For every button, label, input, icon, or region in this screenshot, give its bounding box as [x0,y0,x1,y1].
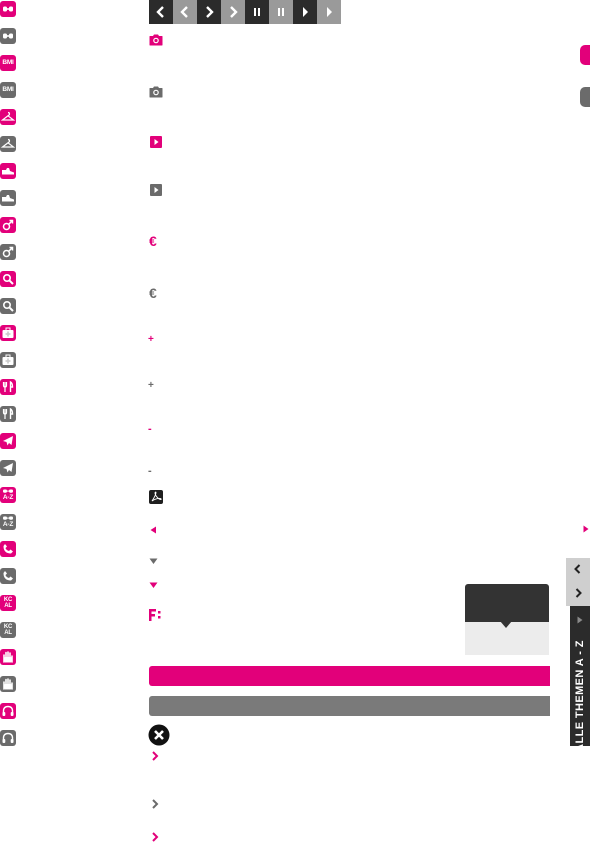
next-light-button[interactable] [221,0,245,24]
camera-icon-grey [149,86,163,98]
prev-light-button[interactable] [173,0,197,24]
triangle-down-icon-grey[interactable] [149,558,158,565]
link-icon-grey[interactable] [0,28,16,44]
minus-sign-grey[interactable]: - [148,465,152,477]
icon-label: A-Z [2,494,14,501]
plus-sign-grey[interactable]: + [148,380,154,392]
play-box-icon-pink[interactable] [150,136,162,148]
pink-bar[interactable] [149,666,550,686]
chevron-left-icon [180,6,188,18]
icon-label: KC AL [3,624,13,636]
chevron-right-icon [230,6,238,18]
icon-label: BMI [2,86,14,93]
triangle-right-icon-grey [577,616,583,624]
search-icon-grey[interactable] [0,298,16,314]
medical-bag-icon-pink[interactable] [0,325,16,341]
medical-bag-icon-grey[interactable] [0,352,16,368]
play-icon [303,7,308,17]
az-icon-grey[interactable]: A-Z [0,514,16,530]
gender-icon-grey[interactable] [0,244,16,260]
bmi-icon-pink[interactable]: BMI [0,55,16,71]
icon-label: KC AL [3,597,13,609]
gender-icon-pink[interactable] [0,217,16,233]
cutlery-icon-grey[interactable] [0,406,16,422]
all-topics-label: ALLE THEMEN A - Z [574,640,586,752]
bmi-icon-grey[interactable]: BMI [0,82,16,98]
headphones-icon-grey[interactable] [0,730,16,746]
search-icon-pink[interactable] [0,271,16,287]
chevron-right-icon-pink-2[interactable] [151,832,159,842]
prev-dark-button[interactable] [149,0,173,24]
pause-icon [278,8,284,16]
chevron-right-icon[interactable] [572,587,584,599]
pause-light-button[interactable] [269,0,293,24]
hand-icon-grey[interactable] [0,676,16,692]
tooltip-box [465,584,549,622]
shoe-icon-grey[interactable] [0,190,16,206]
media-control-strip [149,0,341,24]
chevron-right-icon [206,6,214,18]
side-tab-pink[interactable] [580,45,590,65]
minus-sign-pink[interactable]: - [148,423,152,435]
headphones-icon-pink[interactable] [0,703,16,719]
next-dark-button[interactable] [197,0,221,24]
play-icon [327,7,332,17]
chevron-left-icon[interactable] [572,563,584,575]
scroll-button-box [566,558,590,606]
chevron-right-icon-pink[interactable] [151,751,159,761]
triangle-left-icon-pink[interactable] [150,526,157,534]
side-tab-grey[interactable] [580,87,590,107]
close-icon[interactable] [148,724,170,746]
plane-icon-grey[interactable] [0,460,16,476]
icon-label: A-Z [2,521,14,528]
chevron-right-icon-grey[interactable] [151,799,159,809]
cutlery-icon-pink[interactable] [0,379,16,395]
pause-dark-button[interactable] [245,0,269,24]
camera-icon-pink [149,34,163,46]
all-topics-tab[interactable]: ALLE THEMEN A - Z [570,606,590,752]
euro-sign-grey: € [149,285,157,301]
kcal-icon-pink[interactable]: KC AL [0,595,16,611]
play-dark-button[interactable] [293,0,317,24]
az-icon-pink[interactable]: A-Z [0,487,16,503]
shoe-icon-pink[interactable] [0,163,16,179]
plane-icon-pink[interactable] [0,433,16,449]
plus-sign-pink[interactable]: + [148,334,154,346]
play-light-button[interactable] [317,0,341,24]
grey-bar[interactable] [149,696,550,716]
icon-label: BMI [2,59,14,66]
hanger-icon-grey[interactable] [0,136,16,152]
phone-icon-pink[interactable] [0,541,16,557]
tooltip-pointer [500,621,512,628]
fontsize-icon-pink[interactable] [148,608,162,622]
pause-icon [254,8,260,16]
pdf-icon[interactable] [149,490,163,504]
hand-icon-pink[interactable] [0,649,16,665]
play-box-icon-grey[interactable] [150,184,162,196]
triangle-right-icon-pink[interactable] [583,525,589,533]
euro-sign-pink: € [149,233,157,249]
hanger-icon-pink[interactable] [0,109,16,125]
kcal-icon-grey[interactable]: KC AL [0,622,16,638]
phone-icon-grey[interactable] [0,568,16,584]
link-icon-pink[interactable] [0,1,16,17]
chevron-left-icon [156,6,164,18]
triangle-down-icon-pink[interactable] [149,582,158,589]
